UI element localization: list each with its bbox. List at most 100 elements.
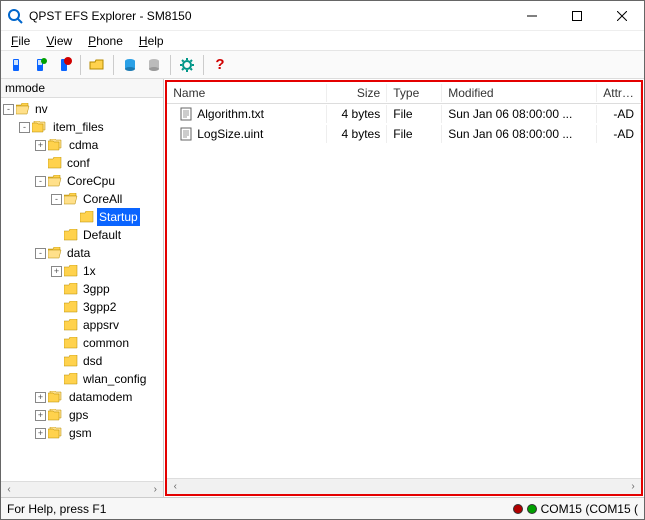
tree-pane: mmode -nv-item_files+cdmaconf-CoreCpu-Co… <box>1 79 164 497</box>
folder-icon <box>64 283 78 295</box>
folder-icon <box>48 409 64 421</box>
app-window: QPST EFS Explorer - SM8150 File View Pho… <box>0 0 645 520</box>
folder-icon <box>48 157 62 169</box>
tree-item[interactable]: + cdma <box>3 136 163 154</box>
tree-item-label[interactable]: CoreAll <box>81 190 124 208</box>
tree-item[interactable]: appsrv <box>3 316 163 334</box>
list-h-scrollbar[interactable]: ‹ › <box>167 478 641 494</box>
menu-phone[interactable]: Phone <box>82 32 129 50</box>
expand-icon[interactable]: + <box>35 428 46 439</box>
expand-icon[interactable]: + <box>51 266 62 277</box>
tree-item-label[interactable]: CoreCpu <box>65 172 117 190</box>
tree-item[interactable]: Startup <box>3 208 163 226</box>
tree-item[interactable]: - item_files <box>3 118 163 136</box>
tree-item[interactable]: conf <box>3 154 163 172</box>
folder-open-icon[interactable] <box>86 54 108 76</box>
file-name: LogSize.uint <box>197 127 263 141</box>
tree-item-label[interactable]: 1x <box>81 262 98 280</box>
tree-item[interactable]: - nv <box>3 100 163 118</box>
tree-item[interactable]: - data <box>3 244 163 262</box>
tree-spacer <box>51 338 62 349</box>
tree-item-label[interactable]: item_files <box>51 118 106 136</box>
db-grey-icon[interactable] <box>143 54 165 76</box>
tree-item[interactable]: - CoreCpu <box>3 172 163 190</box>
tree-item[interactable]: wlan_config <box>3 370 163 388</box>
collapse-icon[interactable]: - <box>3 104 14 115</box>
phone-icon[interactable] <box>5 54 27 76</box>
tree-item-label[interactable]: cdma <box>67 136 100 154</box>
menu-help[interactable]: Help <box>133 32 170 50</box>
file-row[interactable]: Algorithm.txt4 bytesFileSun Jan 06 08:00… <box>167 104 641 124</box>
col-name[interactable]: Name <box>167 84 327 102</box>
expand-icon[interactable]: + <box>35 140 46 151</box>
tree-item-label[interactable]: dsd <box>81 352 104 370</box>
folder-tree[interactable]: -nv-item_files+cdmaconf-CoreCpu-CoreAllS… <box>1 98 163 444</box>
tree-spacer <box>51 320 62 331</box>
file-icon <box>179 107 193 121</box>
tree-item-label[interactable]: gps <box>67 406 90 424</box>
tree-h-scrollbar[interactable]: ‹ › <box>1 481 163 497</box>
tree-item-label[interactable]: Startup <box>97 208 140 226</box>
tree-item-label[interactable]: appsrv <box>81 316 121 334</box>
tree-item[interactable]: + gps <box>3 406 163 424</box>
tree-item[interactable]: Default <box>3 226 163 244</box>
col-type[interactable]: Type <box>387 84 442 102</box>
scroll-right-icon[interactable]: › <box>147 482 163 498</box>
phone-stop-icon[interactable] <box>53 54 75 76</box>
expand-icon[interactable]: + <box>35 392 46 403</box>
gear-icon[interactable] <box>176 54 198 76</box>
tree-item[interactable]: - CoreAll <box>3 190 163 208</box>
collapse-icon[interactable]: - <box>19 122 30 133</box>
collapse-icon[interactable]: - <box>35 176 46 187</box>
tree-root-label[interactable]: mmode <box>1 79 163 98</box>
file-modified: Sun Jan 06 08:00:00 ... <box>442 105 597 123</box>
file-list[interactable]: Algorithm.txt4 bytesFileSun Jan 06 08:00… <box>167 104 641 478</box>
collapse-icon[interactable]: - <box>51 194 62 205</box>
tree-item-label[interactable]: wlan_config <box>81 370 148 388</box>
tree-item-label[interactable]: data <box>65 244 92 262</box>
tree-item[interactable]: + gsm <box>3 424 163 442</box>
main-area: mmode -nv-item_files+cdmaconf-CoreCpu-Co… <box>1 79 644 497</box>
menu-file[interactable]: File <box>5 32 36 50</box>
tree-item-label[interactable]: nv <box>33 100 50 118</box>
toolbar-separator <box>80 55 81 75</box>
tree-item-label[interactable]: 3gpp <box>81 280 112 298</box>
tree-item-label[interactable]: common <box>81 334 131 352</box>
status-help-text: For Help, press F1 <box>7 502 106 516</box>
tree-item-label[interactable]: 3gpp2 <box>81 298 118 316</box>
col-size[interactable]: Size <box>327 84 387 102</box>
expand-icon[interactable]: + <box>35 410 46 421</box>
tree-item-label[interactable]: gsm <box>67 424 94 442</box>
col-modified[interactable]: Modified <box>442 84 597 102</box>
folder-icon <box>64 319 78 331</box>
tree-item[interactable]: 3gpp <box>3 280 163 298</box>
collapse-icon[interactable]: - <box>35 248 46 259</box>
phone-connect-icon[interactable] <box>29 54 51 76</box>
status-led-red <box>513 504 523 514</box>
toolbar: ? <box>1 51 644 79</box>
tree-item[interactable]: common <box>3 334 163 352</box>
scroll-left-icon[interactable]: ‹ <box>1 482 17 498</box>
tree-item[interactable]: dsd <box>3 352 163 370</box>
folder-icon <box>80 211 94 223</box>
tree-item-label[interactable]: datamodem <box>67 388 134 406</box>
minimize-button[interactable] <box>509 1 554 31</box>
col-attr[interactable]: Attribu... <box>597 84 641 102</box>
menu-view[interactable]: View <box>40 32 78 50</box>
folder-icon <box>32 121 48 133</box>
tree-item[interactable]: +1x <box>3 262 163 280</box>
tree-item[interactable]: 3gpp2 <box>3 298 163 316</box>
tree-spacer <box>35 158 46 169</box>
db-blue-icon[interactable] <box>119 54 141 76</box>
scroll-left-icon[interactable]: ‹ <box>167 479 183 495</box>
file-size: 4 bytes <box>327 125 387 143</box>
help-icon[interactable]: ? <box>209 54 231 76</box>
file-row[interactable]: LogSize.uint4 bytesFileSun Jan 06 08:00:… <box>167 124 641 144</box>
tree-item[interactable]: + datamodem <box>3 388 163 406</box>
close-button[interactable] <box>599 1 644 31</box>
tree-item-label[interactable]: Default <box>81 226 123 244</box>
list-header[interactable]: Name Size Type Modified Attribu... <box>167 82 641 104</box>
maximize-button[interactable] <box>554 1 599 31</box>
scroll-right-icon[interactable]: › <box>625 479 641 495</box>
tree-item-label[interactable]: conf <box>65 154 92 172</box>
